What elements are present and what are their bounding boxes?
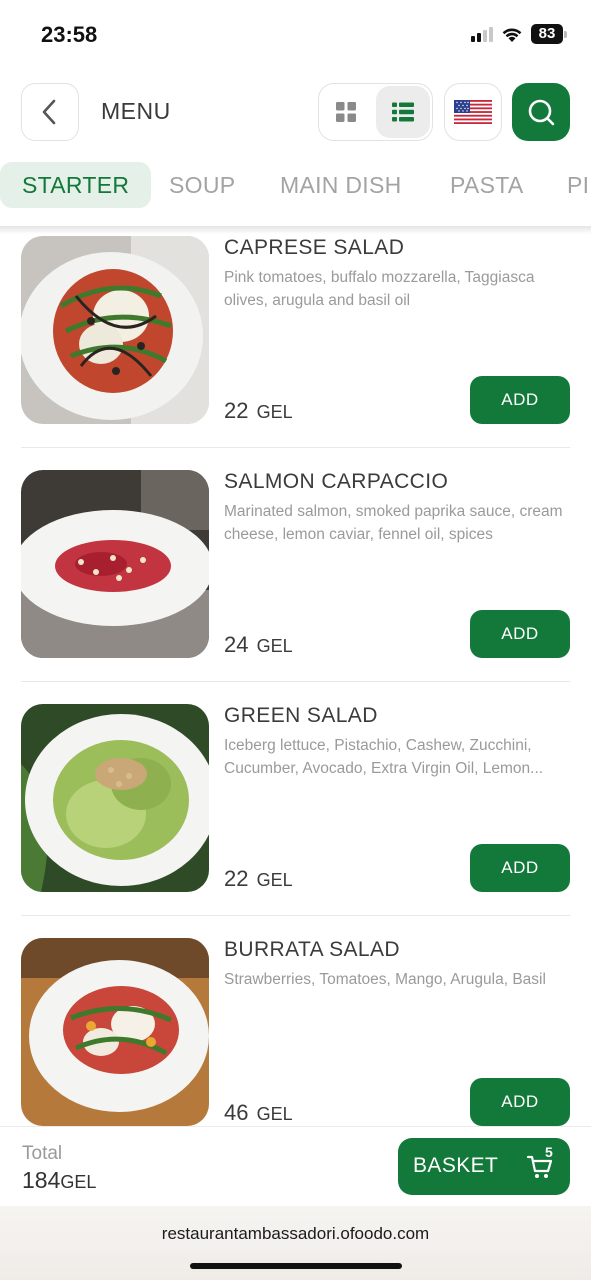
category-tabs: STARTER SOUP MAIN DISH PASTA PI [0, 162, 591, 210]
tab-pizza[interactable]: PI [567, 162, 589, 208]
divider [21, 915, 570, 916]
price-currency: GEL [256, 402, 293, 422]
grid-view-button[interactable] [319, 84, 374, 140]
status-icons: 83 [471, 24, 567, 44]
dish-name: GREEN SALAD [224, 704, 378, 727]
basket-count-badge: 5 [545, 1144, 553, 1160]
tab-starter[interactable]: STARTER [0, 162, 152, 208]
basket-button[interactable]: BASKET 5 [398, 1138, 570, 1195]
tab-soup[interactable]: SOUP [169, 162, 235, 208]
dish-price: 46 GEL [224, 1100, 293, 1126]
price-value: 46 [224, 1100, 249, 1125]
us-flag-icon [454, 100, 492, 124]
dish-name: CAPRESE SALAD [224, 236, 405, 259]
language-button[interactable] [444, 83, 502, 141]
price-currency: GEL [256, 636, 293, 656]
total-currency: GEL [60, 1172, 97, 1192]
home-indicator [190, 1263, 402, 1269]
add-button[interactable]: ADD [470, 844, 570, 892]
dish-name: BURRATA SALAD [224, 938, 400, 961]
basket-label: BASKET [413, 1154, 499, 1177]
add-button[interactable]: ADD [470, 610, 570, 658]
price-currency: GEL [256, 1104, 293, 1124]
dish-description: Pink tomatoes, buffalo mozzarella, Taggi… [224, 269, 535, 309]
tab-main-dish[interactable]: MAIN DISH [280, 162, 402, 208]
dish-price: 22 GEL [224, 398, 293, 424]
tabs-shadow [0, 226, 591, 234]
menu-item: SALMON CARPACCIO Marinated salmon, smoke… [21, 464, 570, 698]
divider [21, 447, 570, 448]
dish-image [21, 470, 209, 658]
page-title: MENU [101, 98, 171, 124]
price-currency: GEL [256, 870, 293, 890]
total-label: Total [22, 1143, 63, 1164]
total-amount: 184GEL [22, 1167, 96, 1194]
battery-icon: 83 [531, 24, 567, 44]
list-view-icon [391, 102, 414, 122]
add-button[interactable]: ADD [470, 376, 570, 424]
status-time: 23:58 [41, 22, 98, 47]
header: MENU [0, 82, 591, 142]
search-button[interactable] [512, 83, 570, 141]
dish-price: 22 GEL [224, 866, 293, 892]
add-button[interactable]: ADD [470, 1078, 570, 1126]
price-value: 22 [224, 398, 249, 423]
chevron-left-icon [42, 99, 56, 125]
battery-level: 83 [531, 24, 563, 44]
search-icon [528, 99, 555, 126]
dish-image [21, 704, 209, 892]
dish-image [21, 236, 209, 424]
url-text[interactable]: restaurantambassadori.ofoodo.com [0, 1224, 591, 1244]
price-value: 24 [224, 632, 249, 657]
price-value: 22 [224, 866, 249, 891]
divider [21, 681, 570, 682]
total-value: 184 [22, 1167, 61, 1193]
dish-name: SALMON CARPACCIO [224, 470, 449, 493]
list-view-button[interactable] [375, 86, 430, 138]
tab-pasta[interactable]: PASTA [450, 162, 524, 208]
back-button[interactable] [21, 83, 79, 141]
browser-url-bar: restaurantambassadori.ofoodo.com [0, 1206, 591, 1280]
dish-image [21, 938, 209, 1126]
view-toggle [318, 83, 433, 141]
wifi-icon [502, 27, 522, 42]
dish-description: Strawberries, Tomatoes, Mango, Arugula, … [224, 971, 546, 988]
dish-price: 24 GEL [224, 632, 293, 658]
menu-item: GREEN SALAD Iceberg lettuce, Pistachio, … [21, 698, 570, 932]
dish-description: Iceberg lettuce, Pistachio, Cashew, Zucc… [224, 737, 544, 777]
grid-view-icon [336, 102, 357, 122]
order-footer: Total 184GEL BASKET 5 [0, 1126, 591, 1206]
menu-item: CAPRESE SALAD Pink tomatoes, buffalo moz… [21, 230, 570, 464]
signal-icon [471, 26, 493, 42]
menu-list: CAPRESE SALAD Pink tomatoes, buffalo moz… [0, 230, 591, 1126]
status-bar: 23:58 83 [0, 0, 591, 70]
menu-item: BURRATA SALAD Strawberries, Tomatoes, Ma… [21, 932, 570, 1126]
dish-description: Marinated salmon, smoked paprika sauce, … [224, 503, 563, 543]
